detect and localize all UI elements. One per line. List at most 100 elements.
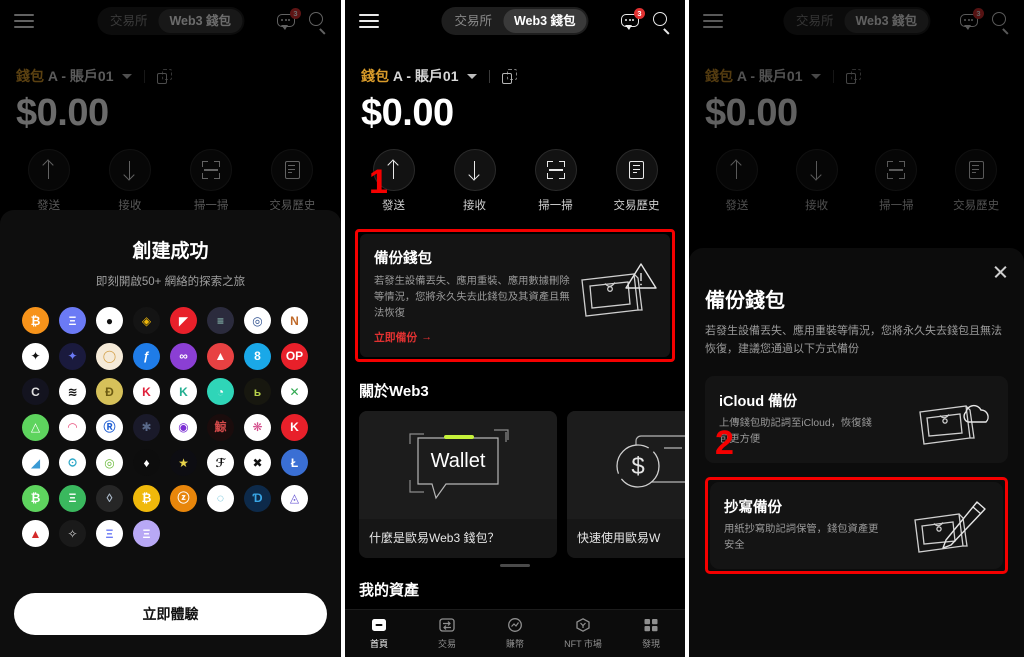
app-header: 交易所 Web3 錢包 3 bbox=[345, 0, 685, 42]
backup-card-description: 若發生設備丟失、應用重裝、應用數據刪除等情況，您將永久失去此錢包及其資產且無法恢… bbox=[374, 276, 570, 319]
token-dark-node-icon: ✱ bbox=[133, 413, 160, 441]
token-bitgreen-icon: ь bbox=[244, 378, 271, 405]
backup-wallet-card-wrapper: 備份錢包 若發生設備丟失、應用重裝、應用數據刪除等情況，您將永久失去此錢包及其資… bbox=[355, 165, 675, 362]
token-polkadot-icon: ● bbox=[96, 307, 123, 334]
about-web3-title: 關於Web3 bbox=[359, 382, 429, 400]
history-list-icon bbox=[615, 149, 658, 191]
action-receive-label: 接收 bbox=[463, 200, 486, 212]
backup-option-description: 用紙抄寫助記詞保管，錢包資產更安全 bbox=[724, 524, 879, 551]
home-icon bbox=[371, 617, 388, 634]
bottom-nav-nft[interactable]: NFT 市場 bbox=[549, 617, 617, 650]
network-token-grid: ₿ Ξ ● ◈ ◤ ≡ ◎ N ✦ ✦ ◯ ƒ ∞ ▲ 8 OP C ≋ Ð K K ◔ ь ✕ △ ◠ Ⓡ ✱ ◉ 鯨 ❋ K ◢ ꖴ ◎ ♦ ★ ℱ ✖… bbox=[14, 307, 327, 547]
token-chain-navy-icon: ✦ bbox=[59, 342, 86, 370]
backup-option-manual-wrapper: 抄寫備份 用紙抄寫助記詞保管，錢包資產更安全 bbox=[705, 477, 1008, 574]
annotation-marker-2: 2 bbox=[715, 424, 734, 463]
token-core-token-icon: C bbox=[22, 378, 49, 405]
action-scan[interactable]: 掃一掃 bbox=[515, 149, 596, 213]
backup-option-manual[interactable]: 抄寫備份 用紙抄寫助記詞保管，錢包資產更安全 bbox=[710, 482, 1003, 569]
svg-text:Wallet: Wallet bbox=[431, 450, 486, 472]
trade-swap-icon bbox=[439, 617, 456, 634]
wallet-pen-icon bbox=[909, 500, 989, 559]
about-card-what-is-wallet[interactable]: Wallet 什麼是歐易Web3 錢包？ bbox=[359, 410, 557, 558]
token-chain-dark-icon: ✦ bbox=[22, 342, 49, 370]
token-ton-icon: ♦ bbox=[133, 449, 160, 476]
token-circle-token-icon: ◯ bbox=[96, 342, 123, 370]
bottom-nav-earn-label: 賺幣 bbox=[505, 639, 524, 649]
token-zcash-icon: ⓩ bbox=[170, 484, 197, 512]
three-panel-screenshot: 交易所 Web3 錢包 3 錢包 A - 賬戶01 $0.00 bbox=[0, 0, 1024, 657]
token-bitcoin-gold-icon: ₿ bbox=[133, 484, 160, 512]
token-optimism-icon: OP bbox=[281, 342, 308, 370]
hamburger-menu-icon[interactable] bbox=[359, 14, 379, 28]
red-highlight-box: 抄寫備份 用紙抄寫助記詞保管，錢包資產更安全 bbox=[705, 477, 1008, 574]
token-ring-token-icon: ◎ bbox=[96, 449, 123, 476]
try-now-button[interactable]: 立即體驗 bbox=[14, 593, 327, 635]
panel-1-create-success: 交易所 Web3 錢包 3 錢包 A - 賬戶01 $0.00 bbox=[0, 0, 341, 657]
token-filecoin-icon: ƒ bbox=[133, 342, 160, 370]
my-assets-title: 我的資產 bbox=[359, 581, 420, 599]
token-brain-token-icon: ❋ bbox=[244, 413, 271, 441]
wallet-name: 錢包 A - 賬戶01 bbox=[361, 66, 459, 86]
segment-exchange[interactable]: 交易所 bbox=[443, 9, 503, 33]
backup-now-link[interactable]: 立即備份 → bbox=[374, 329, 656, 345]
token-purple-orb-icon: ◉ bbox=[170, 413, 197, 441]
action-receive[interactable]: 接收 bbox=[434, 149, 515, 213]
bottom-nav-nft-label: NFT 市場 bbox=[564, 639, 602, 649]
close-icon[interactable] bbox=[993, 264, 1008, 279]
bottom-nav-home-label: 首頁 bbox=[369, 639, 388, 649]
panel-2-wallet-home: 交易所 Web3 錢包 3 錢包 A - 賬戶01 $0.00 發送 接收 掃一… bbox=[345, 0, 685, 657]
token-avalanche-icon: ▲ bbox=[207, 342, 234, 370]
divider bbox=[488, 69, 490, 83]
copy-icon[interactable] bbox=[501, 68, 517, 84]
backup-wallet-card[interactable]: 備份錢包 若發生設備丟失、應用重裝、應用數據刪除等情況，您將永久失去此錢包及其資… bbox=[360, 234, 670, 357]
token-r-token-icon: Ⓡ bbox=[96, 413, 123, 441]
token-litecoin-icon: Ł bbox=[281, 449, 308, 476]
bottom-navigation: 首頁 交易 賺幣 NFT 市場 發現 bbox=[345, 609, 685, 657]
mode-segmented-control[interactable]: 交易所 Web3 錢包 bbox=[441, 7, 589, 35]
token-x-cross-token-icon: ✖ bbox=[244, 449, 271, 476]
create-success-sheet: 創建成功 即刻開啟50+ 網絡的探索之旅 ₿ Ξ ● ◈ ◤ ≡ ◎ N ✦ ✦ ◯ ƒ ∞ ▲ 8 OP C ≋… bbox=[0, 210, 341, 657]
backup-option-icloud[interactable]: iCloud 備份 上傳錢包助記詞至iCloud，恢復錢包更方便 bbox=[705, 376, 1008, 464]
panel-3-backup-sheet: 交易所 Web3 錢包 3 錢包 A - 賬戶01 $0.00 bbox=[689, 0, 1024, 657]
token-bnb-chain-icon: ◈ bbox=[133, 307, 160, 334]
token-landscape-token-icon: ◢ bbox=[22, 449, 49, 476]
segment-web3-wallet[interactable]: Web3 錢包 bbox=[502, 9, 587, 33]
search-icon[interactable] bbox=[653, 12, 671, 35]
chat-bubble-icon[interactable]: 3 bbox=[621, 8, 645, 30]
wallet-cloud-icon bbox=[914, 394, 994, 453]
action-buttons-row: 發送 接收 掃一掃 交易歷史 bbox=[345, 135, 685, 213]
token-solana-icon: ≡ bbox=[207, 307, 234, 334]
create-success-subtitle: 即刻開啟50+ 網絡的探索之旅 bbox=[95, 276, 246, 288]
token-eth-classic-icon: Ξ bbox=[59, 484, 86, 512]
token-tron-icon: ◤ bbox=[170, 307, 197, 334]
backup-sheet-title: 備份錢包 bbox=[705, 290, 785, 312]
bottom-nav-trade[interactable]: 交易 bbox=[413, 617, 481, 650]
scan-icon bbox=[534, 149, 577, 191]
about-card-caption: 什麼是歐易Web3 錢包？ bbox=[369, 530, 500, 545]
backup-option-description: 上傳錢包助記詞至iCloud，恢復錢包更方便 bbox=[719, 418, 872, 445]
bottom-nav-earn[interactable]: 賺幣 bbox=[481, 617, 549, 650]
bottom-nav-discover[interactable]: 發現 bbox=[617, 617, 685, 650]
about-card-quick-start[interactable]: $ 快速使用歐易W bbox=[567, 410, 685, 558]
arrow-down-icon bbox=[453, 149, 496, 191]
wallet-warning-icon bbox=[572, 260, 658, 327]
wallet-balance: $0.00 bbox=[361, 92, 454, 134]
token-star-token-icon: ★ bbox=[170, 449, 197, 476]
token-flow-token-icon: ◊ bbox=[96, 484, 123, 512]
backup-now-label: 立即備份 bbox=[374, 331, 418, 344]
token-arweave-icon: ◬ bbox=[281, 484, 308, 512]
token-ark-token-icon: ▲ bbox=[22, 520, 49, 547]
token-ripple-token-icon: ◌ bbox=[207, 484, 234, 512]
token-blue-token-icon: 8 bbox=[244, 342, 271, 370]
bottom-nav-home[interactable]: 首頁 bbox=[345, 617, 413, 650]
chevron-down-icon[interactable] bbox=[466, 73, 477, 79]
token-doge-icon: Ð bbox=[96, 378, 123, 405]
action-history[interactable]: 交易歷史 bbox=[596, 149, 677, 213]
token-bitcoin-icon: ₿ bbox=[22, 307, 49, 334]
bottom-nav-trade-label: 交易 bbox=[437, 639, 456, 649]
bottom-nav-discover-label: 發現 bbox=[641, 639, 660, 649]
action-send[interactable]: 發送 bbox=[353, 149, 434, 213]
about-card-caption: 快速使用歐易W bbox=[577, 530, 661, 545]
action-scan-label: 掃一掃 bbox=[538, 200, 573, 212]
wallet-selector[interactable]: 錢包 A - 賬戶01 bbox=[345, 42, 685, 86]
